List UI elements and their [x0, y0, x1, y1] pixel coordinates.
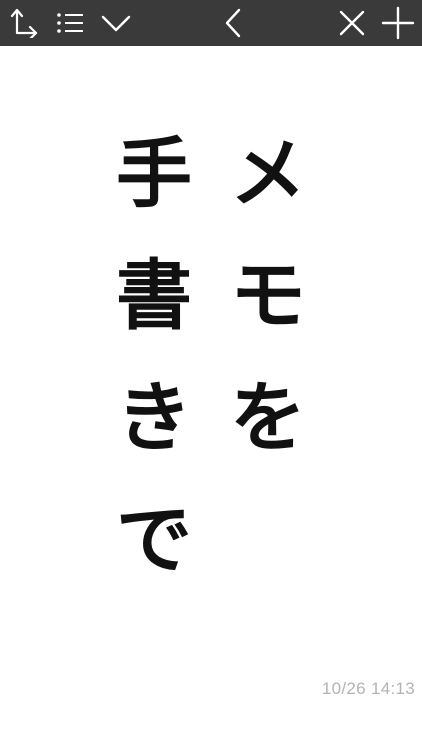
chevron-down-icon [101, 15, 131, 32]
close-button[interactable] [330, 0, 374, 46]
add-button[interactable] [376, 0, 420, 46]
memo-char: を [230, 373, 306, 462]
memo-char: メ [230, 129, 306, 218]
memo-canvas[interactable]: メ モ を 手 書 き で 10/26 14:13 [0, 46, 422, 750]
back-chevron-icon [225, 8, 241, 38]
memo-timestamp: 10/26 14:13 [321, 679, 415, 698]
memo-char: 手 [116, 129, 192, 218]
dropdown-button[interactable] [94, 0, 138, 46]
top-toolbar [0, 0, 422, 46]
close-icon [339, 10, 365, 36]
memo-char: 書 [116, 251, 192, 340]
plus-icon [381, 6, 415, 40]
back-button[interactable] [211, 0, 255, 46]
memo-char: き [116, 373, 192, 462]
memo-column-right: メ モ を [223, 136, 313, 502]
list-icon [57, 13, 83, 33]
export-button[interactable] [2, 0, 46, 46]
memo-char: で [116, 495, 192, 584]
export-arrow-icon [10, 8, 38, 38]
memo-char: モ [230, 251, 306, 340]
list-button[interactable] [48, 0, 92, 46]
memo-column-left: 手 書 き で [109, 136, 199, 624]
